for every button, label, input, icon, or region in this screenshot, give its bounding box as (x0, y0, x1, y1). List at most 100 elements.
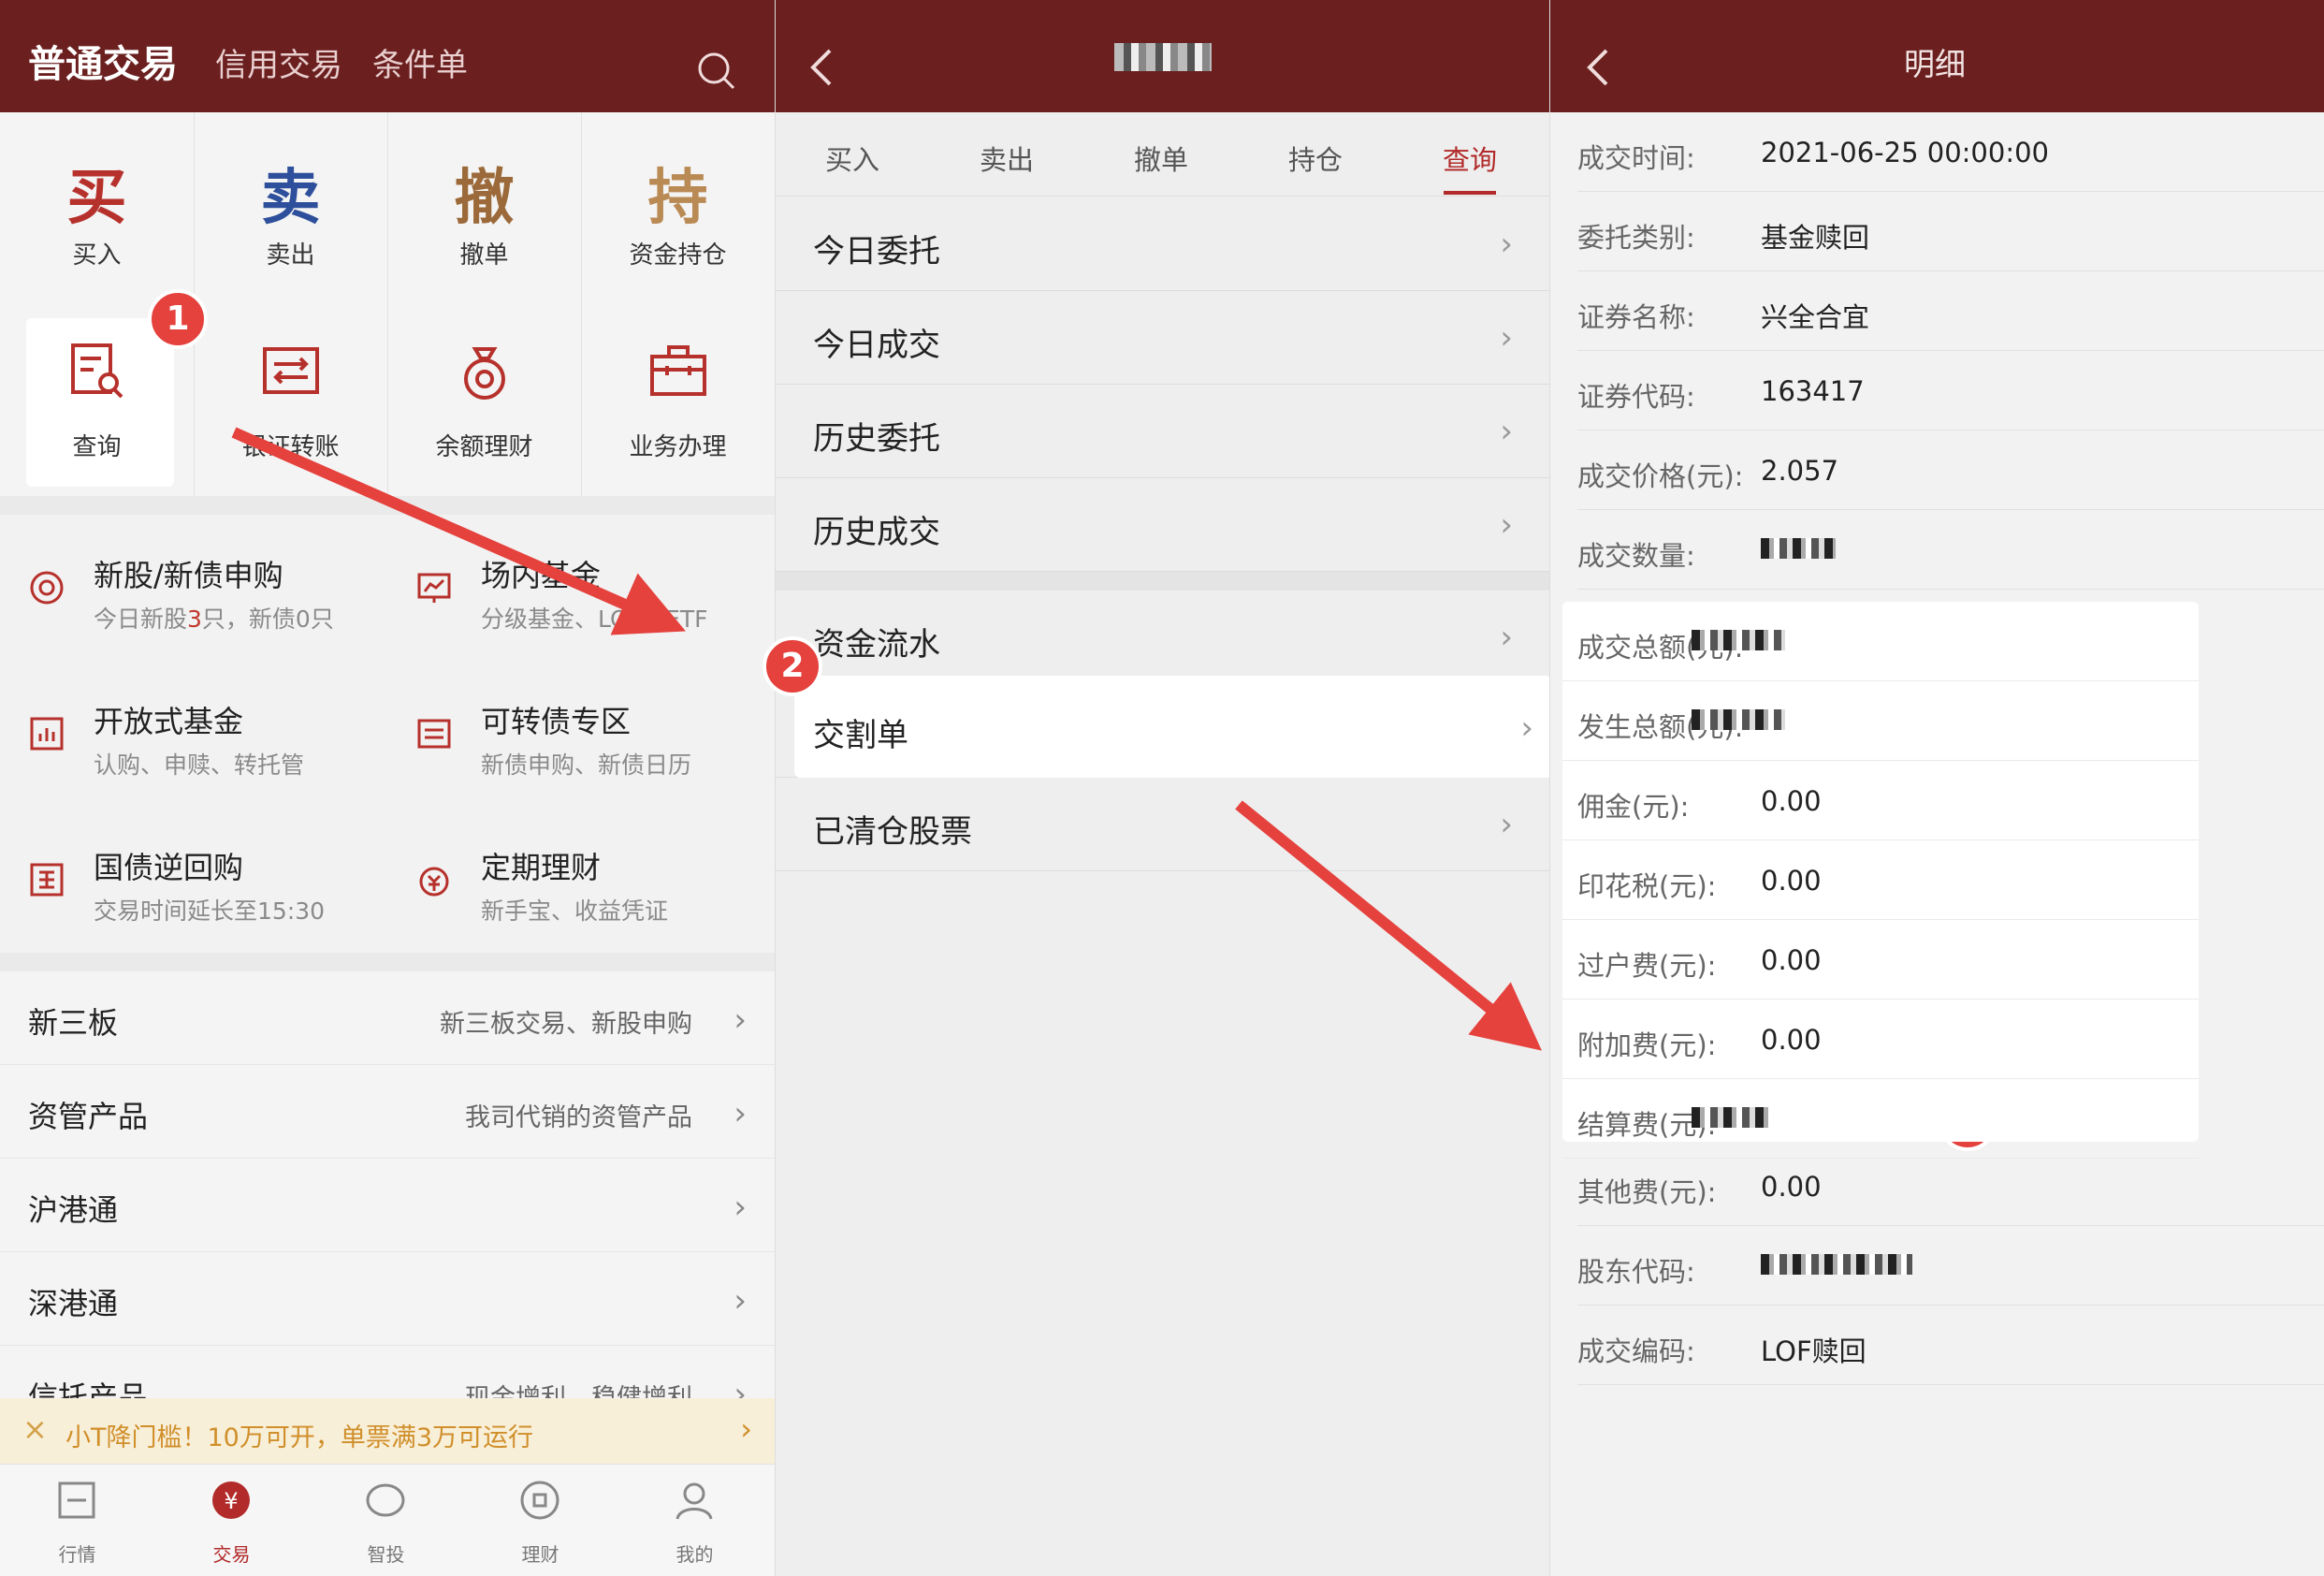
detail-row: 证券代码: 163417 (1577, 351, 2324, 430)
blurred-value (1761, 538, 1836, 559)
asset-mgmt-row[interactable]: 资管产品 我司代销的资管产品 › (0, 1065, 775, 1159)
chevron-right-icon: › (740, 1411, 752, 1447)
tab-market[interactable]: 行情 (0, 1465, 154, 1576)
tab-credit-trade[interactable]: 信用交易 (215, 39, 342, 85)
sh-hk-connect-row[interactable]: 沪港通 › (0, 1159, 775, 1252)
sz-hk-connect-row[interactable]: 深港通 › (0, 1252, 775, 1346)
exchange-fund-subtitle: 分级基金、LOF、ETF (481, 606, 708, 633)
detail-value: 兴全合宜 (1761, 301, 1870, 333)
fixed-finance-item[interactable]: 定期理财 新手宝、收益凭证 (387, 807, 775, 953)
back-arrow-icon[interactable] (807, 47, 835, 88)
detail-key: 证券代码: (1577, 381, 1695, 413)
neeq-row[interactable]: 新三板 新三板交易、新股申购 › (0, 971, 775, 1065)
history-orders-row[interactable]: 历史委托 › (776, 385, 1549, 478)
cancel-order-button[interactable]: 撤 撤单 (387, 112, 581, 304)
bar-chart-icon (30, 717, 64, 751)
detail-value: 0.00 (1761, 865, 1822, 897)
tab-smart-invest[interactable]: 智投 (309, 1465, 463, 1576)
subtab-buy[interactable]: 买入 (796, 139, 908, 178)
blurred-value (1692, 1107, 1768, 1128)
transfer-icon (263, 347, 319, 394)
detail-key: 成交数量: (1577, 540, 1695, 572)
cleared-stocks-row[interactable]: 已清仓股票 › (776, 778, 1549, 871)
chevron-right-icon: › (734, 1001, 747, 1039)
detail-row: 附加费(元): 0.00 (1562, 1000, 2199, 1079)
sell-button[interactable]: 卖 卖出 (194, 112, 387, 304)
tab-market-label: 行情 (58, 1543, 96, 1566)
fund-flow-label: 资金流水 (813, 626, 940, 664)
fund-flow-row[interactable]: 资金流水 › (776, 591, 1549, 684)
step-badge-1: 1 (148, 289, 208, 349)
tab-trade-label: 交易 (212, 1543, 251, 1566)
detail-row: 成交价格(元): 2.057 (1577, 430, 2324, 510)
back-arrow-icon[interactable] (1584, 47, 1612, 88)
detail-key: 佣金(元): (1577, 791, 1690, 823)
detail-key: 其他费(元): (1577, 1176, 1717, 1208)
detail-key: 附加费(元): (1577, 1029, 1717, 1061)
ipo-subtitle: 今日新股3只，新债0只 (94, 606, 334, 633)
subtab-query[interactable]: 查询 (1414, 139, 1526, 178)
today-orders-row[interactable]: 今日委托 › (776, 197, 1549, 291)
subtab-positions[interactable]: 持仓 (1259, 139, 1372, 178)
tab-normal-trade[interactable]: 普通交易 (28, 34, 178, 88)
fixed-finance-title: 定期理财 (481, 850, 602, 885)
settlement-statement-row[interactable]: 交割单 › (794, 676, 1549, 779)
detail-row: 其他费(元): 0.00 (1577, 1146, 2324, 1226)
tab-mine-label: 我的 (675, 1543, 714, 1566)
detail-key: 成交编码: (1577, 1335, 1695, 1367)
positions-button[interactable]: 持 资金持仓 (581, 112, 775, 304)
detail-key: 成交时间: (1577, 142, 1695, 174)
close-icon[interactable]: × (22, 1411, 48, 1447)
detail-value: 0.00 (1761, 1171, 1822, 1203)
bond-icon (417, 719, 451, 749)
business-handling-button[interactable]: 业务办理 (581, 304, 775, 496)
reverse-repo-item[interactable]: 国债逆回购 交易时间延长至15:30 (0, 807, 387, 953)
fee-highlight-card: 成交总额(元): 发生总额(元): 佣金(元): 0.00 印花税(元): 0.00 过户费… (1562, 602, 2199, 1159)
coin-icon (520, 1481, 559, 1520)
promo-banner[interactable]: × 小T降门槛！10万可开，单票满3万可运行 › (0, 1398, 775, 1464)
detail-key: 过户费(元): (1577, 950, 1717, 982)
neeq-desc: 新三板交易、新股申购 (440, 1010, 692, 1039)
bank-transfer-button[interactable]: 银证转账 (194, 304, 387, 496)
detail-row: 过户费(元): 0.00 (1562, 920, 2199, 1000)
detail-row: 成交编码: LOF赎回 (1577, 1306, 2324, 1385)
chevron-right-icon: › (1500, 319, 1513, 357)
detail-value: 2.057 (1761, 455, 1839, 487)
open-fund-item[interactable]: 开放式基金 认购、申赎、转托管 (0, 661, 387, 807)
tab-mine[interactable]: 我的 (617, 1465, 772, 1576)
buy-button[interactable]: 买 买入 (0, 112, 194, 304)
convertible-bond-item[interactable]: 可转债专区 新债申购、新债日历 (387, 661, 775, 807)
ipo-subscribe-item[interactable]: 新股/新债申购 今日新股3只，新债0只 (0, 515, 387, 661)
search-icon[interactable] (696, 51, 737, 92)
detail-key: 印花税(元): (1577, 870, 1717, 902)
buy-label: 买入 (72, 241, 122, 270)
subtab-cancel[interactable]: 撤单 (1105, 139, 1217, 178)
tab-finance[interactable]: 理财 (463, 1465, 617, 1576)
history-orders-label: 历史委托 (813, 420, 940, 458)
money-bag-icon (464, 347, 505, 400)
exchange-fund-item[interactable]: 场内基金 分级基金、LOF、ETF (387, 515, 775, 661)
detail-row: 成交时间: 2021-06-25 00:00:00 (1577, 112, 2324, 192)
detail-row: 印花税(元): 0.00 (1562, 840, 2199, 920)
national-debt-icon (30, 863, 64, 897)
today-orders-label: 今日委托 (813, 233, 940, 270)
detail-value: LOF赎回 (1761, 1335, 1866, 1367)
chevron-right-icon: › (1500, 619, 1513, 656)
balance-finance-button[interactable]: 余额理财 (387, 304, 581, 496)
chevron-right-icon: › (1500, 226, 1513, 263)
tab-trade[interactable]: ¥ 交易 (154, 1465, 309, 1576)
search-doc-icon (71, 343, 123, 399)
business-handling-label: 业务办理 (629, 433, 727, 461)
user-icon (675, 1482, 713, 1520)
detail-value: 163417 (1761, 375, 1865, 407)
convertible-bond-subtitle: 新债申购、新债日历 (481, 752, 692, 779)
briefcase-icon (650, 345, 706, 396)
chevron-right-icon: › (1500, 506, 1513, 544)
detail-row: 委托类别: 基金赎回 (1577, 192, 2324, 271)
history-deals-row[interactable]: 历史成交 › (776, 478, 1549, 572)
subtab-sell[interactable]: 卖出 (951, 139, 1063, 178)
tab-conditional-order[interactable]: 条件单 (372, 39, 468, 85)
detail-value: 0.00 (1761, 1024, 1822, 1056)
today-deals-row[interactable]: 今日成交 › (776, 291, 1549, 385)
detail-key: 股东代码: (1577, 1256, 1695, 1288)
